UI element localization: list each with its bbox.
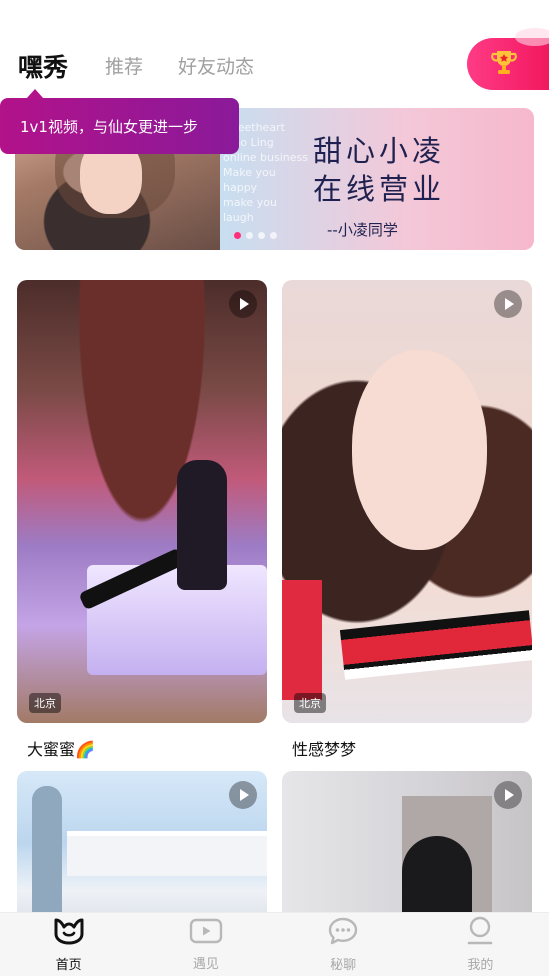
play-icon[interactable]	[229, 290, 257, 318]
nav-meet[interactable]: 遇见	[137, 913, 274, 976]
card-scene-tower	[32, 786, 62, 916]
nav-label: 遇见	[192, 957, 219, 972]
pagination-dot[interactable]	[258, 232, 265, 239]
nav-label: 秘聊	[330, 958, 357, 973]
video-card[interactable]	[17, 771, 267, 931]
card-scene-wall	[67, 831, 267, 876]
location-badge: 北京	[29, 693, 61, 713]
banner-headline-line1: 甜心小凌	[313, 134, 446, 168]
card-scene-face	[352, 350, 487, 550]
home-logo-icon	[52, 916, 86, 950]
play-icon[interactable]	[229, 781, 257, 809]
tab-heixiu[interactable]: 嘿秀	[18, 48, 68, 84]
chat-bubble-icon	[327, 916, 359, 950]
ranking-button[interactable]	[467, 28, 549, 90]
banner-english-line: Make you	[223, 166, 276, 179]
card-title[interactable]: 大蜜蜜🌈	[27, 736, 95, 760]
pagination-dot[interactable]	[246, 232, 253, 239]
promo-tooltip[interactable]: 1v1视频，与仙女更进一步	[0, 89, 239, 154]
banner-headline-line2: 在线营业	[313, 172, 446, 206]
nav-chat[interactable]: 秘聊	[275, 913, 412, 976]
video-play-icon	[189, 917, 223, 949]
video-card[interactable]: 北京	[282, 280, 532, 723]
video-card[interactable]	[282, 771, 532, 931]
banner-headline: 甜心小凌 在线营业	[313, 132, 445, 208]
tab-recommend[interactable]: 推荐	[105, 52, 143, 79]
pagination-dot[interactable]	[270, 232, 277, 239]
location-badge: 北京	[294, 693, 326, 713]
profile-icon	[465, 916, 495, 950]
nav-home[interactable]: 首页	[0, 913, 137, 976]
tab-friends-feed[interactable]: 好友动态	[178, 52, 254, 79]
nav-profile[interactable]: 我的	[412, 913, 549, 976]
tooltip-text: 1v1视频，与仙女更进一步	[20, 117, 198, 136]
card-scene-background	[282, 580, 322, 700]
bottom-nav: 首页 遇见 秘聊 我的	[0, 912, 549, 976]
nav-label: 首页	[55, 958, 82, 973]
banner-pagination	[234, 232, 277, 239]
card-title[interactable]: 性感梦梦	[292, 736, 356, 760]
top-bar: 嘿秀 推荐 好友动态	[0, 0, 549, 100]
play-icon[interactable]	[494, 781, 522, 809]
play-icon[interactable]	[494, 290, 522, 318]
pagination-dot-active[interactable]	[234, 232, 241, 239]
trophy-icon	[489, 47, 519, 81]
video-card[interactable]: 北京	[17, 280, 267, 723]
banner-english-line: make you	[223, 196, 277, 209]
banner-english-line: happy	[223, 181, 258, 194]
card-scene-person	[177, 460, 227, 590]
banner-english-line: laugh	[223, 211, 254, 224]
nav-label: 我的	[467, 958, 494, 973]
banner-signature: --小凌同学	[327, 221, 398, 239]
